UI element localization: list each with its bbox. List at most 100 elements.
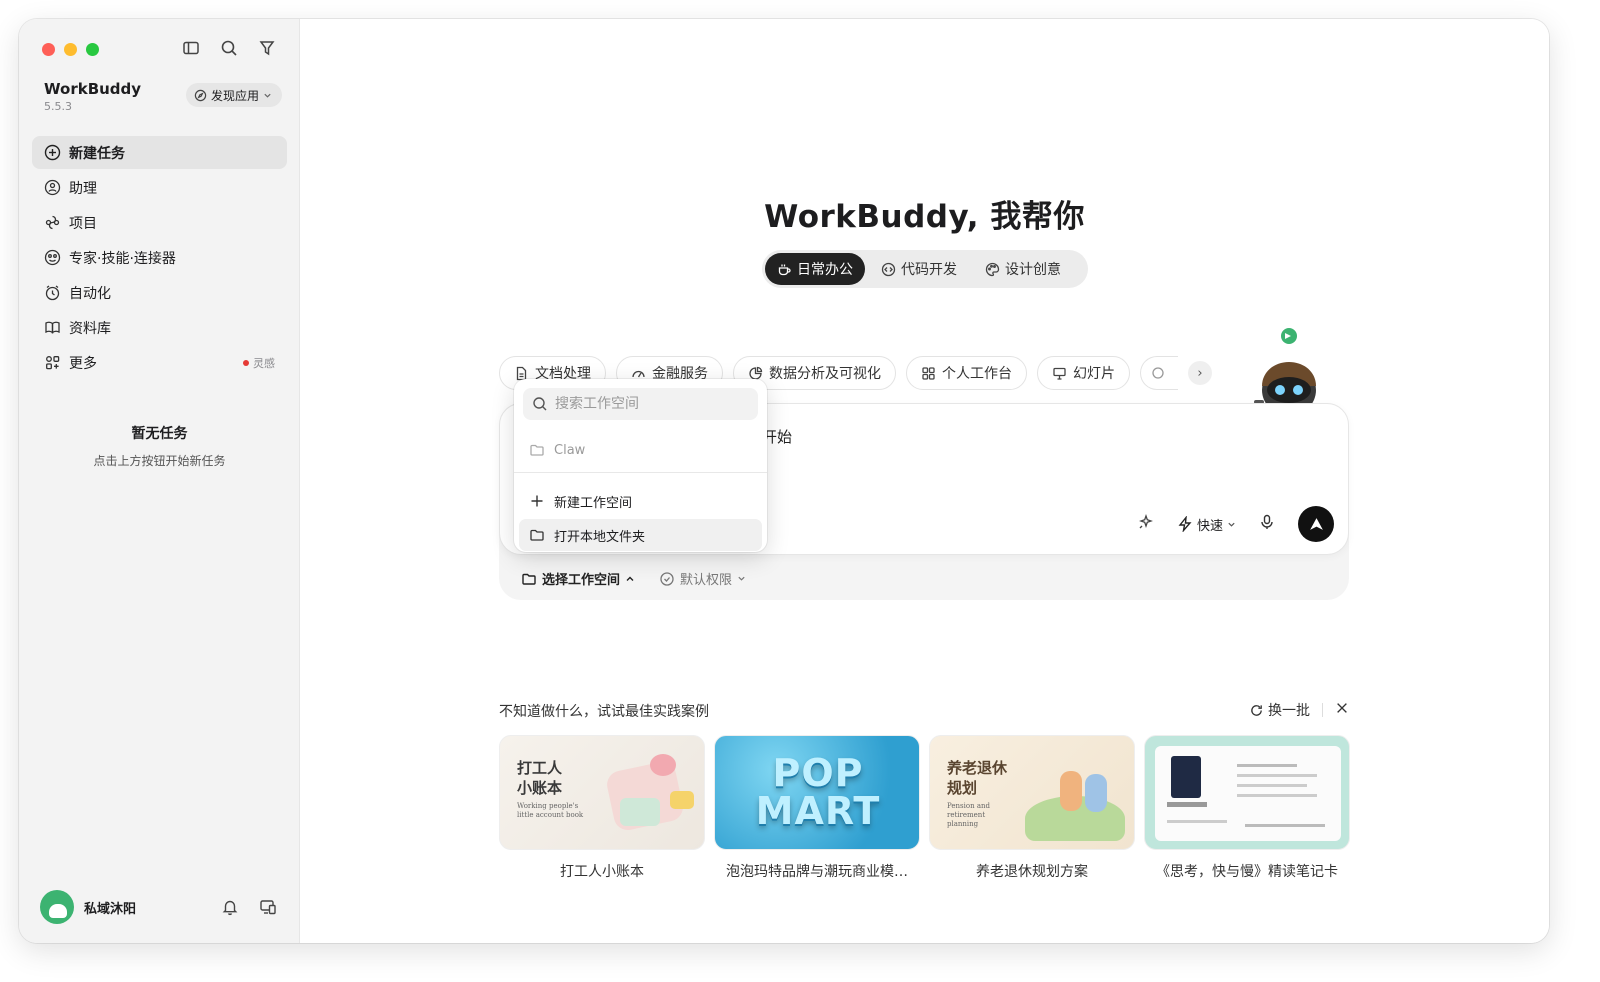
bell-icon[interactable] bbox=[221, 898, 239, 916]
speed-selector[interactable]: 快速 bbox=[1177, 515, 1236, 534]
sidebar-item-more[interactable]: 更多 灵感 bbox=[32, 346, 287, 379]
project-icon bbox=[45, 215, 60, 230]
folder-icon bbox=[522, 573, 536, 585]
devices-icon[interactable] bbox=[259, 898, 277, 916]
inspiration-badge: 灵感 bbox=[243, 355, 275, 371]
filter-icon[interactable] bbox=[258, 39, 276, 57]
user-name: 私域沐阳 bbox=[84, 901, 137, 917]
sidebar-item-library[interactable]: 资料库 bbox=[32, 311, 287, 344]
avatar bbox=[40, 890, 74, 924]
sidebar-nav: 新建任务 助理 项目 专家·技能·连接器 自动化 资料库 更多 灵感 bbox=[32, 136, 287, 381]
palette-icon bbox=[985, 262, 1000, 276]
expert-icon bbox=[44, 249, 61, 266]
app-version: 5.5.3 bbox=[44, 100, 72, 113]
card-pop-mart[interactable]: POP MART 泡泡玛特品牌与潮玩商业模… bbox=[714, 735, 920, 881]
app-window: WorkBuddy 5.5.3 发现应用 新建任务 助理 项目 专家·技能·连接… bbox=[19, 19, 1549, 943]
discover-label: 发现应用 bbox=[211, 88, 260, 103]
sidebar-item-label: 自动化 bbox=[69, 285, 111, 302]
code-icon bbox=[881, 262, 896, 276]
window-controls bbox=[42, 43, 99, 56]
compass-icon bbox=[194, 89, 207, 101]
tab-design[interactable]: 设计创意 bbox=[973, 253, 1073, 285]
alarm-icon bbox=[45, 285, 60, 301]
permission-selector[interactable]: 默认权限 bbox=[659, 569, 746, 588]
page-title: WorkBuddy, 我帮你 bbox=[764, 199, 1085, 235]
chevron-down-icon bbox=[264, 93, 271, 98]
chip-workspace[interactable]: 个人工作台 bbox=[906, 356, 1027, 390]
presentation-icon bbox=[1053, 367, 1066, 380]
shield-check-icon bbox=[660, 571, 674, 586]
card-image: 打工人 小账本 Working people's little account b… bbox=[499, 735, 705, 850]
sidebar-item-experts[interactable]: 专家·技能·连接器 bbox=[32, 241, 287, 274]
minimize-window-button[interactable] bbox=[64, 43, 77, 56]
search-icon[interactable] bbox=[220, 39, 238, 57]
plus-circle-icon bbox=[44, 144, 61, 161]
mode-tabs: 日常办公 代码开发 设计创意 bbox=[762, 250, 1088, 288]
tab-code-dev[interactable]: 代码开发 bbox=[869, 253, 969, 285]
workspace-selector[interactable]: 选择工作空间 bbox=[521, 569, 635, 588]
sidebar-item-label: 专家·技能·连接器 bbox=[69, 250, 176, 267]
card-worker-ledger[interactable]: 打工人 小账本 Working people's little account b… bbox=[499, 735, 705, 881]
book-icon bbox=[45, 321, 60, 334]
empty-state-title: 暂无任务 bbox=[131, 426, 188, 442]
chevron-down-icon bbox=[738, 576, 745, 581]
divider bbox=[514, 472, 767, 473]
workspace-search bbox=[523, 388, 758, 420]
new-workspace-item[interactable]: 新建工作空间 bbox=[519, 485, 762, 517]
best-practice-cards: 打工人 小账本 Working people's little account b… bbox=[499, 735, 1350, 881]
main-panel: WorkBuddy, 我帮你 日常办公 代码开发 设计创意 文档处理 金融服务 … bbox=[300, 19, 1549, 943]
sidebar-item-label: 新建任务 bbox=[69, 145, 125, 162]
folder-icon bbox=[530, 529, 544, 541]
send-button[interactable] bbox=[1298, 506, 1334, 542]
workspace-dropdown: Claw 新建工作空间 打开本地文件夹 bbox=[514, 379, 767, 552]
sidebar-item-label: 资料库 bbox=[69, 320, 111, 337]
user-profile[interactable]: 私域沐阳 bbox=[40, 890, 136, 924]
lightning-icon bbox=[1178, 516, 1192, 532]
chevron-right-icon[interactable]: › bbox=[1188, 361, 1212, 385]
workspace-search-input[interactable] bbox=[555, 396, 745, 412]
sidebar-item-automation[interactable]: 自动化 bbox=[32, 276, 287, 309]
card-retirement[interactable]: 养老退休 规划 Pension and retirement planning 养… bbox=[929, 735, 1135, 881]
card-thinking-notes[interactable]: 《思考，快与慢》精读笔记卡 bbox=[1144, 735, 1350, 881]
best-practices-title: 不知道做什么，试试最佳实践案例 bbox=[499, 704, 709, 720]
card-image bbox=[1144, 735, 1350, 850]
open-folder-item[interactable]: 打开本地文件夹 bbox=[519, 519, 762, 551]
mascot-robot-icon bbox=[1254, 328, 1316, 406]
refresh-icon bbox=[1251, 704, 1262, 716]
assistant-icon bbox=[44, 179, 61, 196]
chevron-down-icon bbox=[1228, 522, 1235, 527]
sidebar-item-label: 项目 bbox=[69, 215, 97, 232]
grid-icon bbox=[46, 356, 60, 370]
card-image: 养老退休 规划 Pension and retirement planning bbox=[929, 735, 1135, 850]
plus-icon bbox=[531, 495, 543, 507]
divider bbox=[1322, 703, 1323, 717]
sidebar-item-label: 更多 bbox=[69, 355, 97, 372]
sidebar: WorkBuddy 5.5.3 发现应用 新建任务 助理 项目 专家·技能·连接… bbox=[19, 19, 300, 943]
sidebar-toggle-icon[interactable] bbox=[182, 39, 200, 57]
folder-icon bbox=[530, 444, 544, 456]
close-window-button[interactable] bbox=[42, 43, 55, 56]
sidebar-item-new-task[interactable]: 新建任务 bbox=[32, 136, 287, 169]
sidebar-item-assistant[interactable]: 助理 bbox=[32, 171, 287, 204]
tab-daily-office[interactable]: 日常办公 bbox=[765, 253, 865, 285]
sidebar-item-project[interactable]: 项目 bbox=[32, 206, 287, 239]
sparkle-icon[interactable] bbox=[1137, 513, 1155, 535]
card-image: POP MART bbox=[714, 735, 920, 850]
zoom-window-button[interactable] bbox=[86, 43, 99, 56]
coffee-icon bbox=[778, 264, 791, 275]
workspace-recent-item[interactable]: Claw bbox=[519, 434, 762, 466]
sidebar-item-label: 助理 bbox=[69, 180, 97, 197]
chip-more-partial[interactable] bbox=[1140, 356, 1178, 390]
app-name: WorkBuddy bbox=[44, 80, 142, 98]
discover-apps-button[interactable]: 发现应用 bbox=[186, 83, 283, 107]
send-arrow-icon bbox=[1309, 517, 1323, 530]
chip-slides[interactable]: 幻灯片 bbox=[1037, 356, 1130, 390]
grid-icon bbox=[922, 366, 935, 380]
chevron-up-icon bbox=[626, 576, 634, 581]
empty-state-subtitle: 点击上方按钮开始新任务 bbox=[93, 454, 226, 468]
search-icon bbox=[533, 397, 547, 411]
microphone-icon[interactable] bbox=[1258, 513, 1276, 535]
refresh-button[interactable]: 换一批 bbox=[1249, 700, 1310, 720]
search-icon bbox=[1152, 366, 1164, 379]
close-icon[interactable] bbox=[1335, 701, 1349, 719]
